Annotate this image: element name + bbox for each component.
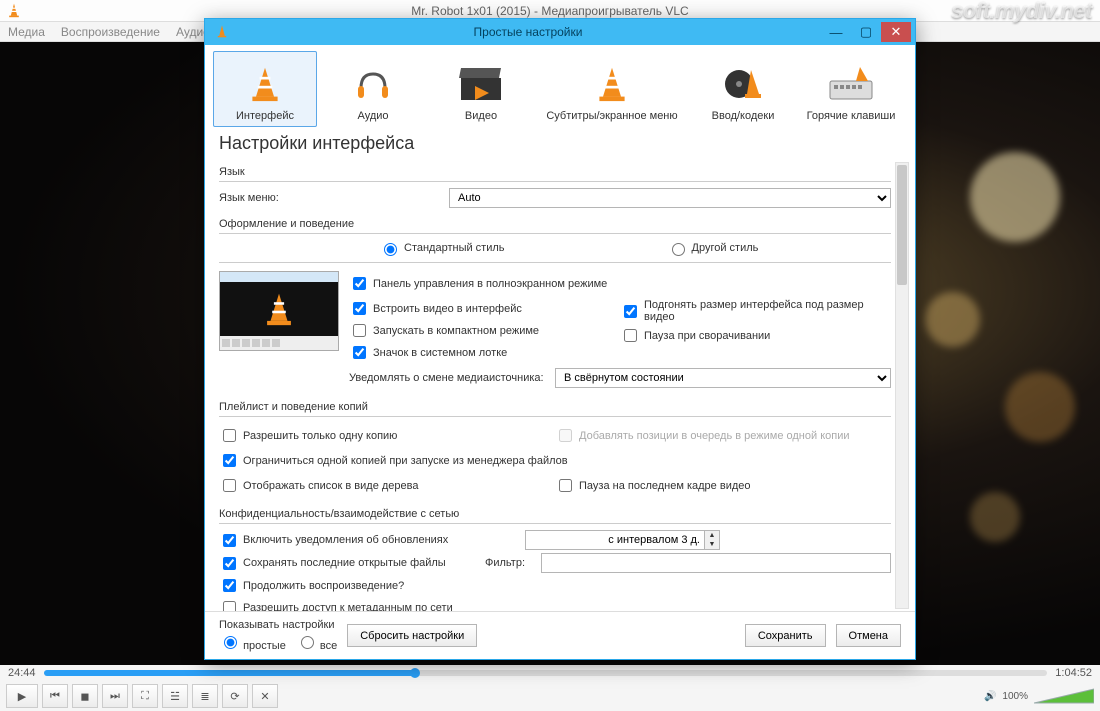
fullscreen-panel-checkbox[interactable]: Панель управления в полноэкранном режиме [349, 274, 607, 293]
filter-input[interactable] [541, 553, 891, 573]
cancel-button[interactable]: Отмена [836, 624, 901, 647]
next-button[interactable]: ⏭ [102, 684, 128, 708]
time-current: 24:44 [8, 667, 36, 679]
reset-button[interactable]: Сбросить настройки [347, 624, 477, 647]
resize-interface-checkbox[interactable]: Подгонять размер интерфейса под размер в… [620, 299, 891, 323]
continue-playback-checkbox[interactable]: Продолжить воспроизведение? [219, 576, 404, 595]
style-other-radio[interactable]: Другой стиль [667, 240, 759, 256]
mode-simple-radio[interactable]: простые [219, 633, 286, 652]
prev-button[interactable]: ⏮ [42, 684, 68, 708]
settings-body: Язык Язык меню: Auto Оформление и поведе… [205, 160, 915, 611]
playlist-button[interactable]: ≣ [192, 684, 218, 708]
ext-settings-button[interactable]: ☱ [162, 684, 188, 708]
volume-percent: 100% [1002, 691, 1028, 702]
speaker-icon[interactable]: 🔊 [984, 691, 996, 702]
maximize-button[interactable]: ▢ [851, 22, 881, 42]
tree-checkbox[interactable]: Отображать список в виде дерева [219, 476, 418, 495]
loop-button[interactable]: ⟳ [222, 684, 248, 708]
vlc-title: Mr. Robot 1x01 (2015) - Медиапроигрывате… [411, 4, 688, 18]
group-playlist: Плейлист и поведение копий Разрешить тол… [219, 399, 891, 498]
menu-playback[interactable]: Воспроизведение [61, 25, 160, 39]
settings-tabs: Интерфейс Аудио Видео Субтитры/экранное … [205, 45, 915, 129]
playback-controls: ▶ ⏮ ◼ ⏭ ⛶ ☱ ≣ ⟳ ✕ 🔊 100% [0, 681, 1100, 711]
scrollbar[interactable] [895, 162, 909, 609]
systray-checkbox[interactable]: Значок в системном лотке [349, 343, 507, 362]
tab-interface[interactable]: Интерфейс [213, 51, 317, 127]
style-standard-radio[interactable]: Стандартный стиль [379, 240, 505, 256]
compact-mode-checkbox[interactable]: Запускать в компактном режиме [349, 321, 539, 340]
settings-dialog: Простые настройки — ▢ ✕ Интерфейс Аудио … [204, 18, 916, 660]
settings-heading: Настройки интерфейса [205, 129, 915, 160]
keyboard-icon [827, 60, 875, 108]
volume-slider[interactable] [1034, 687, 1094, 705]
volume-area: 🔊 100% [984, 687, 1094, 705]
dialog-footer: Показывать настройки простые все Сбросит… [205, 611, 915, 659]
tab-codecs[interactable]: Ввод/кодеки [691, 51, 795, 127]
pause-minimize-checkbox[interactable]: Пауза при сворачивании [620, 326, 770, 345]
cone-icon [241, 60, 289, 108]
play-button[interactable]: ▶ [6, 684, 38, 708]
group-language: Язык Язык меню: Auto [219, 164, 891, 208]
menu-media[interactable]: Медиа [8, 25, 45, 39]
tab-subtitles[interactable]: Субтитры/экранное меню [537, 51, 687, 127]
menu-language-select[interactable]: Auto [449, 188, 891, 208]
mode-all-radio[interactable]: все [296, 633, 337, 652]
enqueue-checkbox: Добавлять позиции в очередь в режиме одн… [555, 426, 850, 445]
tab-hotkeys[interactable]: Горячие клавиши [799, 51, 903, 127]
vlc-cone-icon [215, 24, 229, 41]
group-look: Оформление и поведение Стандартный стиль… [219, 216, 891, 391]
progress-bar-row: 24:44 1:04:52 [0, 665, 1100, 681]
stop-button[interactable]: ◼ [72, 684, 98, 708]
show-settings-mode: Показывать настройки простые все [219, 619, 337, 652]
update-interval-spinner[interactable]: ▲▼ [525, 530, 720, 550]
one-copy-checkbox[interactable]: Разрешить только одну копию [219, 426, 397, 445]
save-button[interactable]: Сохранить [745, 624, 826, 647]
close-button[interactable]: ✕ [881, 22, 911, 42]
metadata-net-checkbox[interactable]: Разрешить доступ к метаданным по сети [219, 598, 453, 611]
time-total: 1:04:52 [1055, 667, 1092, 679]
group-privacy: Конфиденциальность/взаимодействие с сеть… [219, 506, 891, 611]
shuffle-button[interactable]: ✕ [252, 684, 278, 708]
recent-files-checkbox[interactable]: Сохранять последние открытые файлы [219, 554, 479, 573]
headphones-icon [349, 60, 397, 108]
watermark: soft.mydiv.net [951, 0, 1092, 24]
fullscreen-button[interactable]: ⛶ [132, 684, 158, 708]
pause-last-frame-checkbox[interactable]: Пауза на последнем кадре видео [555, 476, 751, 495]
menu-language-label: Язык меню: [219, 192, 443, 204]
minimize-button[interactable]: — [821, 22, 851, 42]
filter-label: Фильтр: [485, 557, 535, 569]
vlc-cone-icon [6, 2, 22, 21]
seek-slider[interactable] [44, 670, 1048, 676]
dialog-titlebar[interactable]: Простые настройки — ▢ ✕ [205, 19, 915, 45]
notify-select[interactable]: В свёрнутом состоянии [555, 368, 891, 388]
updates-checkbox[interactable]: Включить уведомления об обновлениях [219, 531, 519, 550]
embed-video-checkbox[interactable]: Встроить видео в интерфейс [349, 299, 522, 318]
skin-preview [219, 271, 339, 351]
dialog-title: Простые настройки [235, 25, 821, 39]
tab-audio[interactable]: Аудио [321, 51, 425, 127]
clapper-icon [457, 60, 505, 108]
disc-icon [719, 60, 767, 108]
one-from-fm-checkbox[interactable]: Ограничиться одной копией при запуске из… [219, 451, 568, 470]
cone-icon [588, 60, 636, 108]
notify-label: Уведомлять о смене медиаисточника: [349, 372, 549, 384]
tab-video[interactable]: Видео [429, 51, 533, 127]
